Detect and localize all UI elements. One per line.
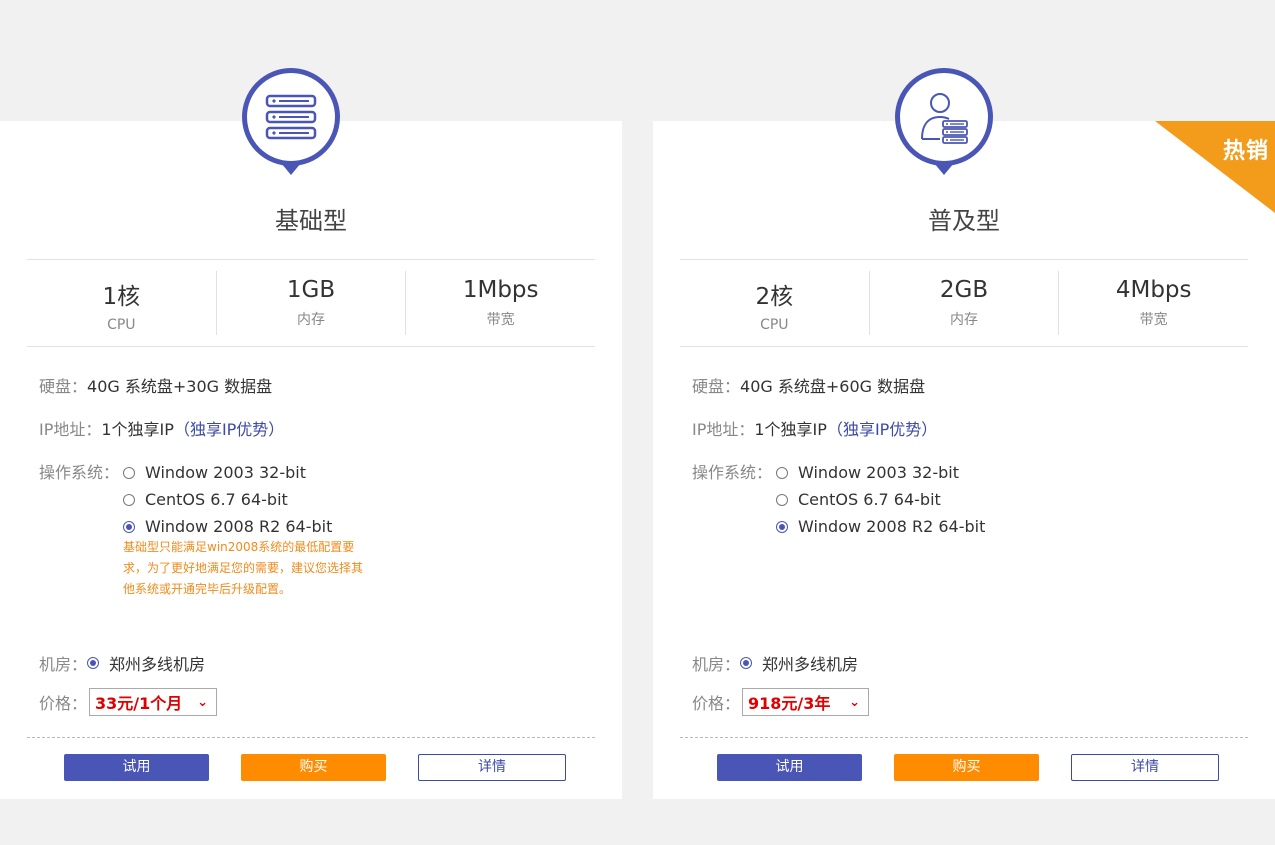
radio-button-selected[interactable] [740, 657, 753, 669]
spec-label: 内存 [950, 312, 978, 328]
os-radio-group: Window 2003 32-bit CentOS 6.7 64-bit Win… [123, 459, 332, 540]
ip-advantage-link[interactable]: （独享IP优势） [827, 420, 937, 439]
os-option-label: Window 2008 R2 64-bit [145, 517, 333, 536]
radio-button-selected[interactable] [123, 520, 135, 533]
spec-cpu: 1核 CPU [27, 271, 217, 335]
badge-text: 热销 [1222, 139, 1269, 164]
spec-memory: 1GB 内存 [217, 271, 407, 335]
buy-button[interactable]: 购买 [894, 754, 1039, 781]
divider [27, 346, 595, 347]
ip-value: 1个独享IP [754, 420, 827, 439]
room-row: 机房： 郑州多线机房 [692, 651, 858, 675]
radio-button-selected[interactable] [87, 657, 100, 669]
plan-title: 普及型 [928, 207, 1000, 235]
spec-memory: 2GB 内存 [870, 271, 1060, 335]
dashed-divider [27, 737, 595, 738]
divider [680, 346, 1248, 347]
price-value: 918元/3年 [748, 694, 831, 713]
price-row: 价格： 33元/1个月 ⌄ [39, 688, 218, 716]
os-notice: 基础型只能满足win2008系统的最低配置要求，为了更好地满足您的需要，建议您选… [123, 540, 364, 596]
price-row: 价格： 918元/3年 ⌄ [692, 688, 870, 716]
os-label: 操作系统： [39, 459, 119, 483]
spec-value: 1GB [286, 277, 336, 303]
room-label: 机房： [39, 655, 88, 674]
price-label: 价格： [692, 694, 741, 713]
radio-button[interactable] [123, 493, 135, 506]
os-option-label: Window 2003 32-bit [145, 463, 306, 482]
disk-label: 硬盘： [39, 377, 88, 396]
server-rack-icon [242, 68, 340, 175]
plan-card-popular: 热销 普及型 2核 CPU 2GB 内存 4Mbps 带宽 硬盘：40G 系统盘… [653, 68, 1275, 799]
disk-value: 40G 系统盘+60G 数据盘 [740, 377, 926, 396]
os-option-label: CentOS 6.7 64-bit [145, 490, 288, 509]
detail-button[interactable]: 详情 [418, 754, 566, 781]
spec-value: 2GB [939, 277, 989, 303]
radio-button[interactable] [776, 466, 788, 479]
room-label: 机房： [692, 655, 741, 674]
disk-row: 硬盘：40G 系统盘+30G 数据盘 [39, 373, 272, 397]
os-option[interactable]: CentOS 6.7 64-bit [123, 486, 332, 513]
spec-label: 内存 [297, 312, 325, 328]
chevron-down-icon: ⌄ [849, 694, 861, 710]
spec-label: 带宽 [486, 312, 515, 328]
radio-button-selected[interactable] [776, 520, 788, 533]
os-option-label: CentOS 6.7 64-bit [798, 490, 941, 509]
os-label: 操作系统： [692, 459, 772, 483]
os-option[interactable]: Window 2008 R2 64-bit [776, 513, 985, 540]
dashed-divider [680, 737, 1248, 738]
ip-label: IP地址： [39, 420, 102, 439]
user-server-icon [895, 68, 993, 175]
divider [27, 259, 595, 260]
room-row: 机房： 郑州多线机房 [39, 651, 205, 675]
spec-value: 2核 [755, 284, 794, 310]
hot-badge: 热销 [1155, 121, 1275, 213]
spec-bandwidth: 4Mbps 带宽 [1059, 271, 1248, 335]
os-option-label: Window 2003 32-bit [798, 463, 959, 482]
os-label-text: 操作系统： [39, 463, 120, 482]
price-value: 33元/1个月 [95, 694, 183, 713]
disk-row: 硬盘：40G 系统盘+60G 数据盘 [692, 373, 925, 397]
detail-button[interactable]: 详情 [1071, 754, 1219, 781]
price-select[interactable]: 918元/3年 ⌄ [742, 688, 870, 716]
spec-value: 1Mbps [462, 277, 539, 303]
spec-label: CPU [760, 317, 789, 333]
ip-value: 1个独享IP [101, 420, 174, 439]
os-radio-group: Window 2003 32-bit CentOS 6.7 64-bit Win… [776, 459, 985, 540]
plan-card-basic: 基础型 1核 CPU 1GB 内存 1Mbps 带宽 硬盘：40G 系统盘+30… [0, 68, 622, 799]
spec-value: 1核 [102, 284, 141, 310]
spec-bandwidth: 1Mbps 带宽 [406, 271, 595, 335]
price-label: 价格： [39, 694, 88, 713]
os-option-label: Window 2008 R2 64-bit [798, 517, 986, 536]
ip-advantage-link[interactable]: （独享IP优势） [174, 420, 284, 439]
os-option[interactable]: Window 2003 32-bit [123, 459, 332, 486]
chevron-down-icon: ⌄ [197, 694, 209, 710]
spec-group: 1核 CPU 1GB 内存 1Mbps 带宽 [27, 271, 595, 335]
price-select[interactable]: 33元/1个月 ⌄ [89, 688, 218, 716]
room-value: 郑州多线机房 [109, 655, 206, 674]
os-option[interactable]: Window 2008 R2 64-bit [123, 513, 332, 540]
buy-button[interactable]: 购买 [241, 754, 386, 781]
spec-cpu: 2核 CPU [680, 271, 870, 335]
disk-value: 40G 系统盘+30G 数据盘 [87, 377, 273, 396]
spec-label: 带宽 [1139, 312, 1168, 328]
spec-label: CPU [107, 317, 136, 333]
disk-label: 硬盘： [692, 377, 741, 396]
os-option[interactable]: Window 2003 32-bit [776, 459, 985, 486]
spec-value: 4Mbps [1115, 277, 1192, 303]
plan-title: 基础型 [275, 207, 347, 235]
spec-group: 2核 CPU 2GB 内存 4Mbps 带宽 [680, 271, 1248, 335]
trial-button[interactable]: 试用 [64, 754, 209, 781]
divider [680, 259, 1248, 260]
os-option[interactable]: CentOS 6.7 64-bit [776, 486, 985, 513]
radio-button[interactable] [776, 493, 788, 506]
ip-label: IP地址： [692, 420, 755, 439]
ip-row: IP地址：1个独享IP（独享IP优势） [692, 416, 937, 440]
os-label-text: 操作系统： [692, 463, 773, 482]
ip-row: IP地址：1个独享IP（独享IP优势） [39, 416, 284, 440]
room-value: 郑州多线机房 [762, 655, 859, 674]
trial-button[interactable]: 试用 [717, 754, 862, 781]
radio-button[interactable] [123, 466, 135, 479]
